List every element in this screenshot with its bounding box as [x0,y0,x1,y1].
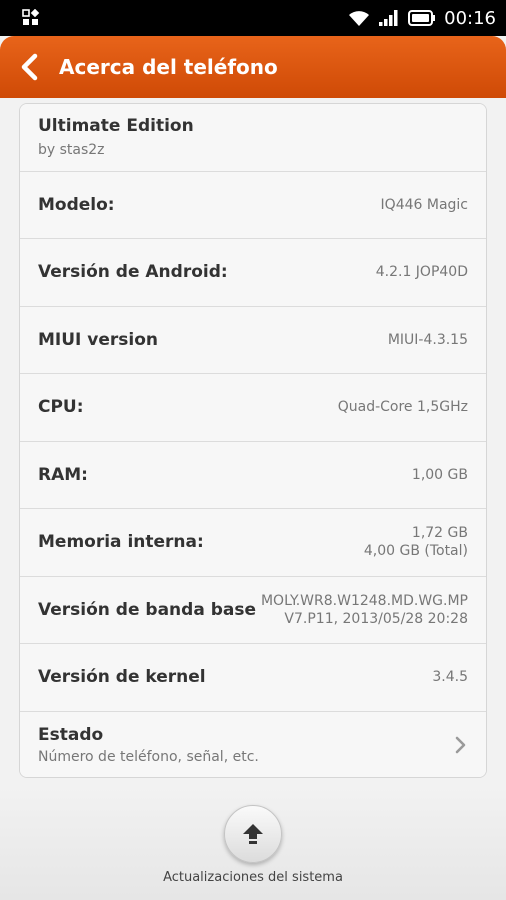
internal-memory-label: Memoria interna: [38,532,204,553]
miui-version-value: MIUI-4.3.15 [387,331,468,348]
edition-subtitle: by stas2z [38,142,105,159]
internal-memory-free: 1,72 GB [411,525,468,542]
baseband-line2: V7.P11, 2013/05/28 20:28 [284,610,468,627]
battery-icon [408,10,436,26]
baseband-value: MOLY.WR8.W1248.MD.WG.MP V7.P11, 2013/05/… [261,592,468,628]
baseband-label: Versión de banda base [38,599,256,620]
cpu-row: CPU: Quad-Core 1,5GHz [20,374,486,442]
system-update-label: Actualizaciones del sistema [163,870,343,885]
estado-subtitle: Número de teléfono, señal, etc. [38,749,259,766]
back-arrow-icon[interactable] [18,53,42,81]
cpu-value: Quad-Core 1,5GHz [337,399,468,416]
chevron-right-icon [455,736,466,754]
android-version-label: Versión de Android: [38,262,228,283]
baseband-row: Versión de banda base MOLY.WR8.W1248.MD.… [20,576,486,644]
wifi-icon [349,11,370,26]
model-value: IQ446 Magic [380,196,468,213]
kernel-label: Versión de kernel [38,667,206,688]
apps-grid-icon [22,9,40,25]
edition-title: Ultimate Edition [38,116,194,137]
internal-memory-value: 1,72 GB 4,00 GB (Total) [364,524,468,560]
page-title: Acerca del teléfono [59,55,278,79]
android-version-value: 4.2.1 JOP40D [375,264,468,281]
estado-title: Estado [38,725,104,746]
edition-row: Ultimate Edition by stas2z [20,104,486,172]
internal-memory-row: Memoria interna: 1,72 GB 4,00 GB (Total) [20,509,486,577]
kernel-value: 3.4.5 [432,669,468,686]
ram-value: 1,00 GB [411,466,468,483]
system-update-button[interactable] [224,805,282,863]
model-row[interactable]: Modelo: IQ446 Magic [20,171,486,239]
miui-version-row[interactable]: MIUI version MIUI-4.3.15 [20,306,486,374]
android-version-row[interactable]: Versión de Android: 4.2.1 JOP40D [20,239,486,307]
estado-row[interactable]: Estado Número de teléfono, señal, etc. [20,711,486,777]
ram-row: RAM: 1,00 GB [20,441,486,509]
info-card: Ultimate Edition by stas2z Modelo: IQ446… [19,103,487,778]
model-label: Modelo: [38,194,115,215]
title-bar: Acerca del teléfono [0,36,506,98]
kernel-row: Versión de kernel 3.4.5 [20,644,486,712]
cpu-label: CPU: [38,397,84,418]
clock: 00:16 [444,7,496,29]
baseband-line1: MOLY.WR8.W1248.MD.WG.MP [260,592,468,609]
status-bar: 00:16 [0,0,506,36]
upload-arrow-icon [243,824,263,844]
miui-version-label: MIUI version [38,329,159,350]
internal-memory-total: 4,00 GB (Total) [363,543,468,560]
signal-icon [379,10,398,26]
ram-label: RAM: [38,464,88,485]
